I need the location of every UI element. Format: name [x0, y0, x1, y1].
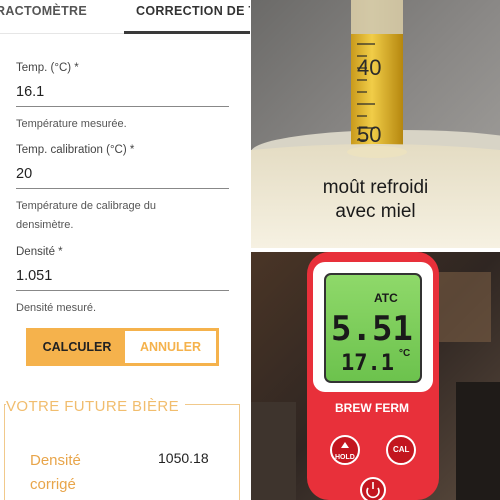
density-field: Densité * 1.051 Densité mesuré.	[16, 246, 229, 318]
result-title: VOTRE FUTURE BIÈRE	[6, 398, 186, 415]
background-object	[456, 382, 500, 500]
result-label-line2: corrigé	[30, 476, 76, 493]
caption-line2: avec miel	[335, 201, 416, 222]
calibration-input[interactable]: 20	[16, 166, 229, 189]
hold-label: HOLD	[335, 454, 355, 461]
lcd-temperature: 17.1	[341, 351, 394, 376]
result-value: 1050.18	[158, 450, 209, 466]
density-input[interactable]: 1.051	[16, 268, 229, 291]
scale-label-50: 50	[357, 122, 381, 147]
calibration-field: Temp. calibration (°C) * 20 Température …	[16, 144, 229, 235]
digital-meter-photo: ATC 5.51 17.1 °C BREW FERM HOLD CAL	[251, 252, 500, 500]
calibration-label: Temp. calibration (°C) *	[16, 144, 135, 156]
background-object	[251, 402, 296, 500]
temp-help: Température mesurée.	[16, 118, 127, 130]
calibration-help: Température de calibrage du densimètre.	[16, 197, 229, 235]
calibration-help-line1: Température de calibrage du	[16, 200, 157, 212]
hydrometer-tip	[351, 0, 403, 34]
cal-label: CAL	[393, 445, 410, 454]
lcd-temp-unit: °C	[399, 348, 410, 359]
caption-line1: moût refroidi	[322, 177, 429, 198]
cancel-button[interactable]: ANNULER	[125, 331, 216, 363]
density-label: Densité *	[16, 246, 63, 258]
density-help: Densité mesuré.	[16, 302, 97, 314]
tab-bar: RACTOMÈTRE CORRECTION DE T	[0, 0, 250, 34]
hydrometer-photo: 40 50 moût refroidi avec miel	[251, 0, 500, 248]
temp-label: Temp. (°C) *	[16, 62, 79, 74]
temp-field: Temp. (°C) * 16.1 Température mesurée.	[16, 62, 229, 134]
temp-input[interactable]: 16.1	[16, 84, 229, 107]
calculate-button[interactable]: CALCULER	[29, 331, 125, 363]
digital-meter-scene: ATC 5.51 17.1 °C BREW FERM HOLD CAL	[251, 252, 500, 500]
lcd-reading: 5.51	[331, 309, 413, 349]
tab-refractometre[interactable]: RACTOMÈTRE	[0, 4, 87, 18]
result-label: Densité corrigé	[30, 449, 110, 497]
brand-left: BREW	[335, 401, 372, 415]
meniscus	[347, 146, 407, 158]
active-tab-indicator	[124, 31, 250, 34]
result-label-line1: Densité	[30, 452, 81, 469]
hydrometer-correction-form: RACTOMÈTRE CORRECTION DE T Temp. (°C) * …	[0, 0, 250, 500]
photo-caption: moût refroidi avec miel	[251, 176, 500, 224]
action-buttons: CALCULER ANNULER	[26, 328, 219, 366]
tab-correction-temperature[interactable]: CORRECTION DE T	[136, 4, 250, 18]
lcd-atc: ATC	[374, 291, 398, 305]
brand-right: FERM	[375, 401, 409, 415]
scale-label-40: 40	[357, 55, 381, 80]
calibration-help-line2: densimètre.	[16, 219, 74, 231]
